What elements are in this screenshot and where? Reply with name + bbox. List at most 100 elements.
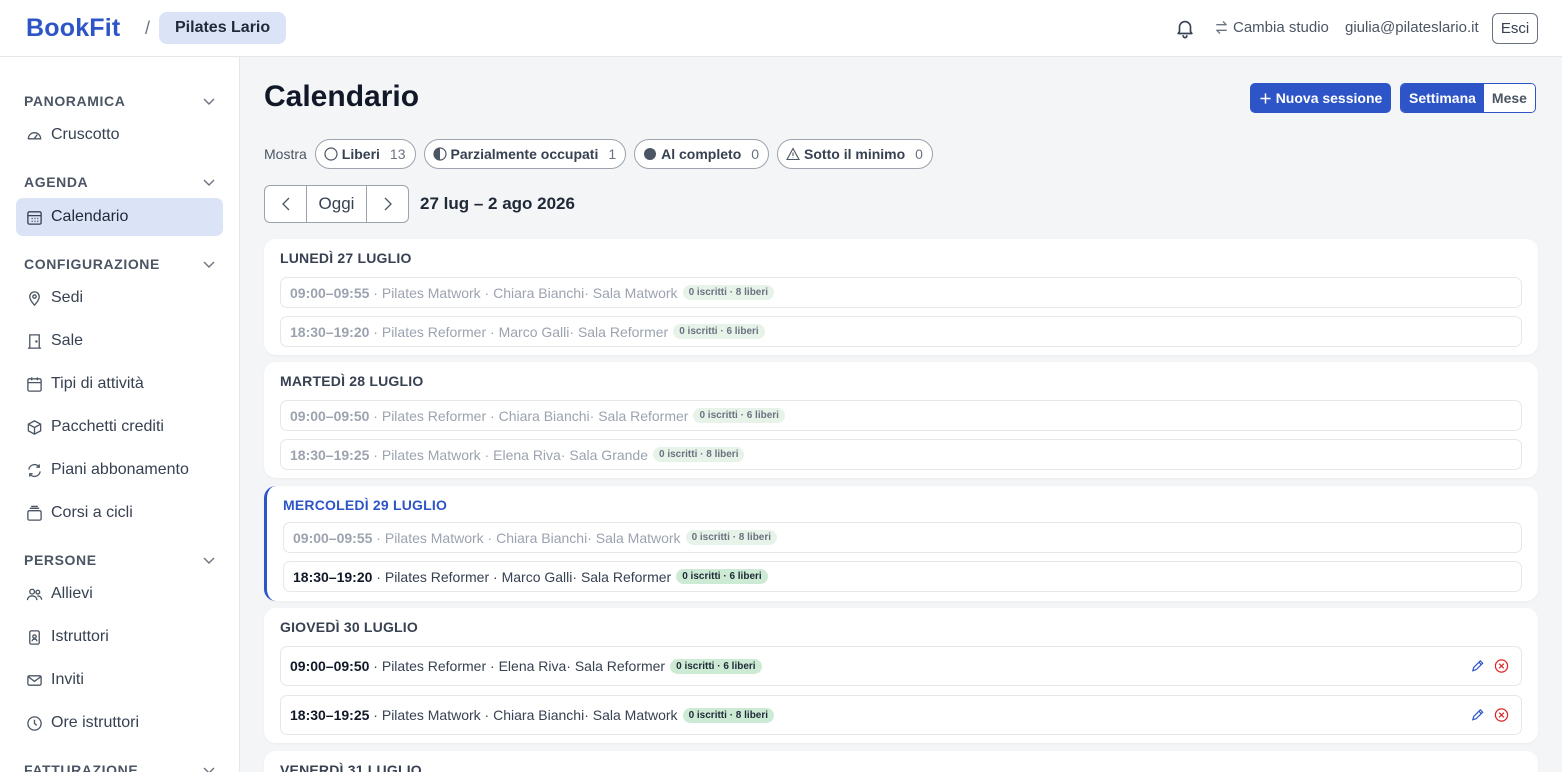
chevron-down-icon (203, 767, 215, 772)
session-activity: Pilates Reformer (381, 407, 487, 424)
section-title: PANORAMICA (24, 93, 126, 109)
sidebar-item-inviti[interactable]: Inviti (16, 661, 223, 699)
filter-bar: Mostra Liberi 13 Parzialmente occupati 1… (264, 139, 933, 169)
session-row[interactable]: 09:00–09:55 · Pilates Matwork · Chiara B… (280, 277, 1522, 308)
filter-chip-sotto-minimo[interactable]: Sotto il minimo 0 (777, 139, 933, 169)
session-activity: Pilates Matwork (384, 529, 484, 546)
session-room: Sala Matwork (592, 707, 678, 723)
session-actions (1470, 708, 1509, 723)
session-row[interactable]: 18:30–19:25 · Pilates Matwork · Chiara B… (280, 695, 1522, 735)
session-row[interactable]: 18:30–19:20 · Pilates Reformer · Marco G… (283, 561, 1522, 592)
logout-button[interactable]: Esci (1492, 13, 1538, 44)
section-configurazione[interactable]: CONFIGURAZIONE (24, 254, 216, 274)
section-agenda[interactable]: AGENDA (24, 172, 216, 192)
today-button[interactable]: Oggi (306, 186, 367, 222)
sidebar-item-tipi-attivita[interactable]: Tipi di attività (16, 365, 223, 403)
session-row[interactable]: 09:00–09:55 · Pilates Matwork · Chiara B… (283, 522, 1522, 553)
session-activity: Pilates Reformer (381, 658, 487, 674)
switch-studio-link[interactable]: Cambia studio (1214, 19, 1329, 36)
new-session-label: Nuova sessione (1275, 90, 1383, 106)
session-instructor: Chiara Bianchi (493, 284, 585, 301)
date-range: 27 lug – 2 ago 2026 (420, 194, 575, 213)
sidebar-item-cruscotto[interactable]: Cruscotto (16, 116, 223, 154)
sidebar-item-label: Ore istruttori (51, 714, 140, 731)
filter-chip-count: 1 (608, 146, 617, 162)
session-room: Sala Reformer (580, 568, 672, 585)
availability-badge: 0 iscritti · 8 liberi (682, 707, 775, 723)
filter-chip-count: 0 (751, 146, 760, 162)
session-time: 18:30–19:25 (290, 446, 370, 463)
filter-chip-parziali[interactable]: Parzialmente occupati 1 (423, 139, 627, 169)
edit-pencil-icon[interactable] (1470, 708, 1485, 723)
sidebar-item-piani-abbonamento[interactable]: Piani abbonamento (16, 451, 223, 489)
sidebar-item-sale[interactable]: Sale (16, 322, 223, 360)
availability-badge: 0 iscritti · 6 liberi (693, 408, 785, 423)
app-logo[interactable]: BookFit (26, 14, 120, 43)
session-row[interactable]: 18:30–19:20 · Pilates Reformer · Marco G… (280, 316, 1522, 347)
session-time: 09:00–09:50 (290, 658, 370, 674)
circle-half-icon (432, 147, 447, 161)
sidebar-item-label: Tipi di attività (51, 375, 144, 392)
day-card-friday: VENERDÌ 31 LUGLIO (264, 751, 1538, 772)
session-instructor: Chiara Bianchi (498, 407, 590, 424)
sidebar-item-label: Cruscotto (51, 126, 120, 143)
session-row[interactable]: 09:00–09:50 · Pilates Reformer · Chiara … (280, 400, 1522, 431)
calendar-grid-icon (27, 210, 42, 225)
session-time: 09:00–09:55 (293, 529, 373, 546)
section-title: FATTURAZIONE (24, 762, 139, 772)
day-header: GIOVEDÌ 30 LUGLIO (280, 619, 418, 635)
availability-badge: 0 iscritti · 6 liberi (676, 569, 768, 584)
week-pager: Oggi (264, 185, 409, 223)
bell-icon[interactable] (1174, 16, 1196, 40)
session-time: 18:30–19:20 (293, 568, 373, 585)
calendar-icon (27, 376, 42, 392)
refresh-icon (28, 463, 41, 477)
stack-icon (27, 505, 42, 521)
next-week-button[interactable] (367, 186, 408, 222)
section-panoramica[interactable]: PANORAMICA (24, 91, 216, 111)
filter-chip-completo[interactable]: Al completo 0 (634, 139, 770, 169)
session-instructor: Elena Riva (498, 658, 567, 674)
cancel-circle-icon[interactable] (1494, 659, 1509, 674)
chevron-left-icon (281, 197, 289, 211)
sidebar-item-allievi[interactable]: Allievi (16, 575, 223, 613)
availability-badge: 0 iscritti · 6 liberi (670, 658, 762, 674)
new-session-button[interactable]: Nuova sessione (1250, 83, 1391, 113)
chevron-down-icon (203, 557, 215, 564)
session-time: 09:00–09:55 (290, 284, 370, 301)
view-week-button[interactable]: Settimana (1401, 84, 1484, 112)
sidebar-item-istruttori[interactable]: Istruttori (16, 618, 223, 656)
filter-chip-label: Liberi (341, 146, 380, 162)
session-room: Sala Reformer (598, 407, 689, 424)
session-row[interactable]: 18:30–19:25 · Pilates Matwork · Elena Ri… (280, 439, 1522, 470)
session-room: Sala Matwork (592, 284, 678, 301)
package-icon (27, 419, 42, 435)
sidebar-item-sedi[interactable]: Sedi (16, 279, 223, 317)
session-room: Sala Reformer (574, 658, 666, 674)
session-activity: Pilates Reformer (384, 568, 490, 585)
sidebar-item-calendario[interactable]: Calendario (16, 198, 223, 236)
section-title: CONFIGURAZIONE (24, 256, 160, 272)
cancel-circle-icon[interactable] (1494, 708, 1509, 723)
filter-chip-liberi[interactable]: Liberi 13 (314, 139, 416, 169)
prev-week-button[interactable] (265, 186, 306, 222)
view-month-button[interactable]: Mese (1483, 84, 1535, 112)
session-instructor: Marco Galli (501, 568, 573, 585)
circle-full-icon (644, 148, 657, 160)
users-icon (26, 588, 43, 600)
sidebar-item-ore-istruttori[interactable]: Ore istruttori (16, 704, 223, 742)
studio-name[interactable]: Pilates Lario (159, 12, 287, 44)
session-activity: Pilates Matwork (381, 707, 481, 723)
edit-pencil-icon[interactable] (1470, 659, 1485, 674)
session-activity: Pilates Reformer (381, 323, 487, 340)
circle-empty-icon (324, 147, 338, 161)
warning-icon (786, 147, 800, 161)
sidebar-item-pacchetti-crediti[interactable]: Pacchetti crediti (16, 408, 223, 446)
section-fatturazione[interactable]: FATTURAZIONE (24, 760, 216, 772)
session-time: 18:30–19:25 (290, 707, 370, 723)
section-persone[interactable]: PERSONE (24, 550, 216, 570)
session-instructor: Chiara Bianchi (496, 529, 588, 546)
session-actions (1470, 659, 1509, 674)
session-row[interactable]: 09:00–09:50 · Pilates Reformer · Elena R… (280, 646, 1522, 686)
sidebar-item-corsi-cicli[interactable]: Corsi a cicli (16, 494, 223, 532)
